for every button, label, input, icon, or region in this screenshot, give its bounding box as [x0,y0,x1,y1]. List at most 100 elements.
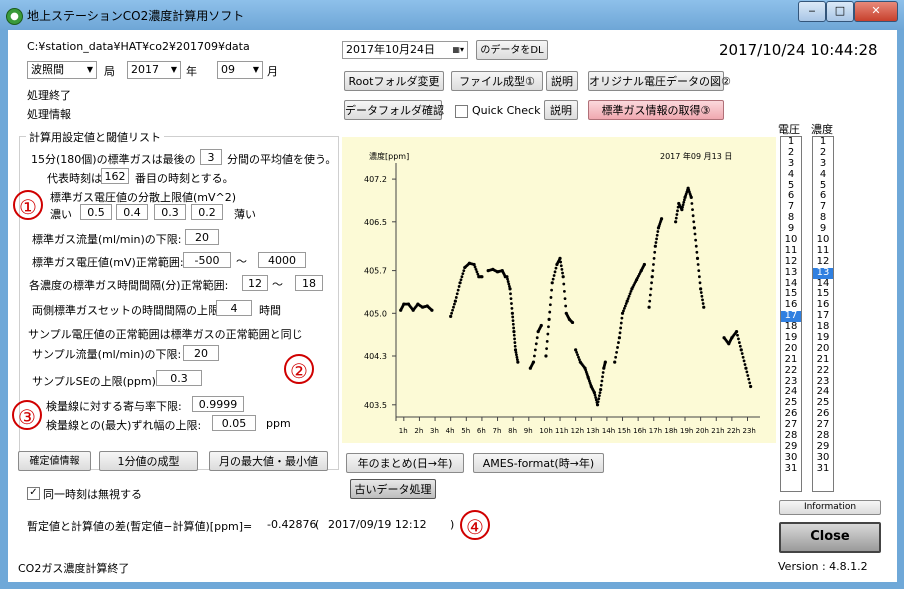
voltage-day-item[interactable]: 31 [781,463,801,475]
data-point-fill [514,350,518,354]
x-tick-label: 4h [446,427,455,435]
data-point [453,299,457,303]
data-download-button[interactable]: のデータをDL [476,40,548,60]
l1-suffix: 分間の平均値を使う。 [227,153,337,166]
data-point [689,195,693,199]
sample-se-field[interactable]: 0.3 [156,370,202,386]
y-tick-label: 403.5 [364,401,387,410]
data-point-fill [511,319,515,323]
data-point-fill [655,237,658,241]
std-flow-field[interactable]: 20 [185,229,219,245]
ignore-same-time-checkbox[interactable]: ✓ [27,487,40,500]
data-point-fill [534,342,538,346]
data-point-fill [548,303,552,307]
interval-max-field[interactable]: 18 [295,275,323,291]
voltage-day-list[interactable]: 1 2 3 4 5 6 7 8 9 10 11 12 13 14 15 16 17 18 19 20 21 22 23 24 2… [780,136,802,492]
r2-field[interactable]: 0.9999 [192,396,244,412]
voltage-min-field[interactable]: -500 [183,252,231,268]
yearly-summary-button[interactable]: 年のまとめ(日→年) [346,453,464,473]
data-path: C:¥station_data¥HAT¥co2¥201709¥data [27,40,250,53]
data-point-fill [515,353,518,357]
voltage-day-item[interactable]: 13 [781,267,801,279]
data-point [699,287,703,291]
rep-time-field[interactable]: 162 [101,168,129,184]
data-point-fill [736,333,739,337]
data-point-fill [619,321,623,325]
root-folder-button[interactable]: Rootフォルダ変更 [344,71,444,91]
data-point-fill [693,232,697,236]
voltage-max-field[interactable]: 4000 [258,252,306,268]
variance-field-3[interactable]: 0.3 [154,204,186,220]
standard-gas-button[interactable]: 標準ガス情報の取得③ [588,100,724,120]
calendar-icon: ▦▾ [452,45,464,54]
conc-day-item[interactable]: 31 [813,463,833,475]
sample-flow-field[interactable]: 20 [183,345,219,361]
minimize-button[interactable]: ‒ [798,1,826,22]
voltage-day-item[interactable]: 22 [781,365,801,377]
maximize-button[interactable]: □ [826,1,854,22]
clock: 2017/10/24 10:44:28 [719,41,878,59]
month-combo[interactable]: 09 ▼ [217,61,263,79]
data-point-fill [459,278,463,282]
conc-day-item[interactable]: 13 [813,267,833,279]
original-voltage-chart-button[interactable]: オリジナル電圧データの図② [588,71,731,91]
data-point-fill [746,374,750,377]
data-point [513,348,518,352]
data-point [512,330,516,334]
interval-min-field[interactable]: 12 [242,275,268,291]
data-point-fill [622,309,625,313]
diff-value: -0.42876 [267,518,317,531]
confirmed-info-button[interactable]: 確定値情報 [18,451,91,471]
close-button[interactable]: Close [779,522,881,553]
data-point-fill [695,250,699,254]
old-data-button[interactable]: 古いデータ処理 [350,479,436,499]
data-point [702,305,706,309]
data-point-fill [601,375,604,379]
explain-button-2[interactable]: 説明 [544,100,578,120]
conc-day-item[interactable]: 22 [813,365,833,377]
data-point-fill [450,311,454,315]
title-bar[interactable]: ● 地上ステーションCO2濃度計算用ソフト ‒ □ ✕ [0,0,904,30]
monthly-max-min-button[interactable]: 月の最大値・最小値 [209,451,328,471]
max-dev-field[interactable]: 0.05 [212,415,256,431]
conc-day-item[interactable]: 4 [813,169,833,181]
data-point [547,317,551,321]
conc-day-list[interactable]: 1 2 3 4 5 6 7 8 9 10 11 12 13 14 15 16 17 18 19 20 21 22 23 24 2… [812,136,834,492]
y-tick-label: 406.5 [364,218,387,227]
data-point-fill [617,341,620,344]
data-point-fill [598,391,602,394]
y-tick-label: 405.7 [364,267,387,276]
voltage-day-item[interactable]: 4 [781,169,801,181]
x-tick-label: 14h [602,427,615,435]
variance-field-1[interactable]: 0.5 [80,204,112,220]
avg-minutes-field[interactable]: 3 [200,149,222,165]
data-point-fill [456,288,460,292]
data-point [650,275,654,279]
information-button[interactable]: Information [779,500,881,515]
data-folder-button[interactable]: データフォルダ確認 [344,100,444,120]
data-point [516,360,520,364]
file-format-button[interactable]: ファイル成型① [451,71,543,91]
close-window-button[interactable]: ✕ [854,1,898,22]
data-point [617,336,621,340]
data-point-fill [648,299,652,303]
x-tick-label: 16h [633,427,646,435]
one-minute-format-button[interactable]: 1分値の成型 [99,451,198,471]
date-picker[interactable]: 2017年10月24日 ▦▾ [342,41,468,59]
explain-button-1[interactable]: 説明 [546,71,578,91]
data-point-fill [455,292,459,296]
max-dev-label: 検量線との(最大)ずれ幅の上限: [46,419,202,432]
quick-check-checkbox[interactable] [455,105,468,118]
ames-format-button[interactable]: AMES-format(時→年) [473,453,604,473]
variance-field-4[interactable]: 0.2 [191,204,223,220]
data-point [510,311,514,315]
data-point-fill [675,213,679,216]
set-interval-field[interactable]: 4 [216,300,252,316]
data-point [734,330,739,334]
variance-field-2[interactable]: 0.4 [116,204,148,220]
year-combo[interactable]: 2017 ▼ [127,61,181,79]
data-point-fill [615,350,618,354]
data-point-fill [627,294,631,298]
station-combo[interactable]: 波照間 ▼ [27,61,97,79]
data-point-fill [618,331,622,335]
